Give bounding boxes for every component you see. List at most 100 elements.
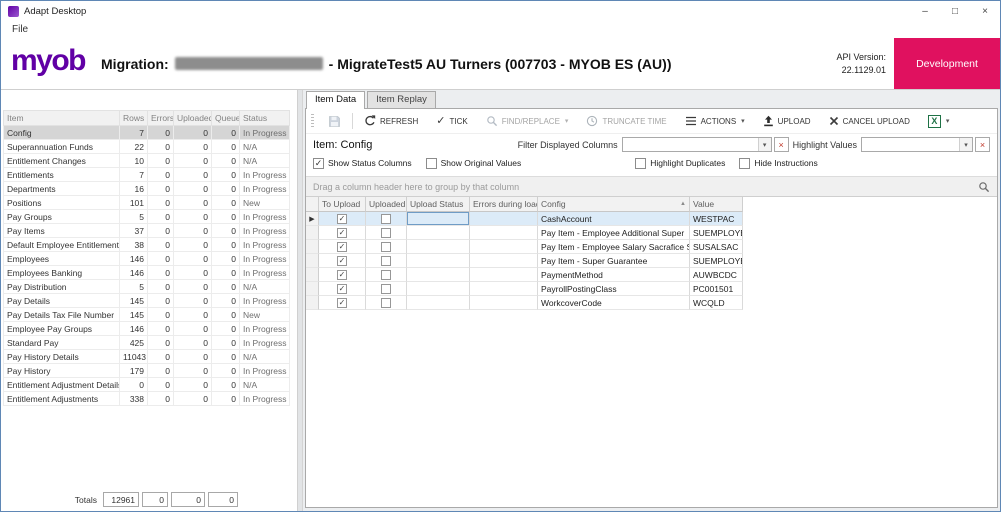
errors-during-load-cell[interactable] [470, 226, 538, 240]
item-row[interactable]: Standard Pay 425 0 0 0 In Progress [3, 335, 290, 350]
column-header-item[interactable]: Item [3, 110, 120, 126]
config-cell[interactable]: PayrollPostingClass [538, 282, 690, 296]
checkbox-hide-instructions[interactable]: Hide Instructions [739, 157, 818, 169]
item-row[interactable]: Pay Groups 5 0 0 0 In Progress [3, 209, 290, 224]
item-row[interactable]: Employees 146 0 0 0 In Progress [3, 251, 290, 266]
filter-columns-clear-button[interactable]: × [773, 137, 789, 152]
config-cell[interactable]: WorkcoverCode [538, 296, 690, 310]
errors-during-load-cell[interactable] [470, 296, 538, 310]
group-by-panel[interactable]: Drag a column header here to group by th… [306, 176, 997, 197]
grid-row[interactable]: ✓ Pay Item - Employee Salary Sacrafice Su… [306, 240, 997, 254]
value-cell[interactable]: SUEMPLOYER [690, 254, 743, 268]
grid-row[interactable]: ✓ WorkcoverCode WCQLD [306, 296, 997, 310]
uploaded-cell[interactable] [366, 240, 407, 254]
item-row[interactable]: Positions 101 0 0 0 New [3, 195, 290, 210]
to-upload-cell[interactable]: ✓ [319, 282, 366, 296]
item-row[interactable]: Entitlement Adjustments 338 0 0 0 In Progress [3, 391, 290, 406]
config-cell[interactable]: Pay Item - Employee Salary Sacrafice Sup… [538, 240, 690, 254]
uploaded-cell[interactable] [366, 268, 407, 282]
tab-item-replay[interactable]: Item Replay [367, 91, 436, 108]
export-excel-button[interactable]: X ▾ [919, 112, 959, 131]
value-cell[interactable]: SUEMPLOYEE [690, 226, 743, 240]
grid-row[interactable]: ✓ Pay Item - Employee Additional Super SUE… [306, 226, 997, 240]
upload-status-cell[interactable] [407, 268, 470, 282]
to-upload-cell[interactable]: ✓ [319, 240, 366, 254]
search-icon[interactable] [978, 181, 990, 193]
errors-during-load-cell[interactable] [470, 254, 538, 268]
grid-row[interactable]: ✓ Pay Item - Super GuaranteeSUEMPLOYER [306, 254, 997, 268]
actions-button[interactable]: ACTIONS ▾ [676, 113, 754, 129]
close-button[interactable]: × [970, 1, 1000, 21]
to-upload-cell[interactable]: ✓ [319, 268, 366, 282]
item-row[interactable]: Entitlement Changes 10 0 0 0 N/A [3, 153, 290, 168]
minimize-button[interactable]: – [910, 1, 940, 21]
errors-during-load-cell[interactable] [470, 282, 538, 296]
tab-item-data[interactable]: Item Data [306, 91, 366, 109]
item-row[interactable]: Superannuation Funds 22 0 0 0 N/A [3, 139, 290, 154]
item-row[interactable]: Employee Pay Groups 146 0 0 0 In Progress [3, 321, 290, 336]
column-header-queued[interactable]: Queued [211, 110, 240, 126]
uploaded-cell[interactable] [366, 212, 407, 226]
column-header-upload-status[interactable]: Upload Status [407, 197, 470, 212]
errors-during-load-cell[interactable] [470, 212, 538, 226]
value-cell[interactable]: WCQLD [690, 296, 743, 310]
titlebar[interactable]: Adapt Desktop – □ × [1, 1, 1000, 21]
item-row[interactable]: Employees Banking 146 0 0 0 In Progress [3, 265, 290, 280]
column-header-errors[interactable]: Errors [147, 110, 174, 126]
upload-status-cell[interactable] [407, 212, 470, 226]
chevron-down-icon[interactable]: ▾ [757, 138, 771, 151]
grid-row[interactable]: ▶ ✓ CashAccount WESTPAC [306, 212, 997, 226]
item-row[interactable]: Default Employee Entitlements 38 0 0 0 In Pro… [3, 237, 290, 252]
to-upload-cell[interactable]: ✓ [319, 296, 366, 310]
column-header-rows[interactable]: Rows [119, 110, 148, 126]
environment-badge[interactable]: Development [894, 38, 1000, 89]
tick-button[interactable]: ✓ TICK [427, 113, 476, 130]
to-upload-cell[interactable]: ✓ [319, 226, 366, 240]
errors-during-load-cell[interactable] [470, 240, 538, 254]
config-cell[interactable]: Pay Item - Employee Additional Super [538, 226, 690, 240]
item-row[interactable]: Pay Distribution 5 0 0 0 N/A [3, 279, 290, 294]
filter-columns-input[interactable] [622, 138, 758, 151]
item-row[interactable]: Entitlements 7 0 0 0 In Progress [3, 167, 290, 182]
value-cell[interactable]: PC001501 [690, 282, 743, 296]
cancel-upload-button[interactable]: CANCEL UPLOAD [820, 113, 919, 129]
highlight-values-clear-button[interactable]: × [975, 137, 990, 152]
column-header-errors-during-load[interactable]: Errors during load [470, 197, 538, 212]
item-row[interactable]: Pay Details Tax File Number 145 0 0 0 New [3, 307, 290, 322]
item-row[interactable]: Pay Items 37 0 0 0 In Progress [3, 223, 290, 238]
value-cell[interactable]: SUSALSAC [690, 240, 743, 254]
upload-status-cell[interactable] [407, 296, 470, 310]
checkbox-show-status-columns[interactable]: ✓ Show Status Columns [313, 157, 412, 169]
item-row[interactable]: Departments 16 0 0 0 In Progress [3, 181, 290, 196]
item-row[interactable]: Entitlement Adjustment Details 0 0 0 0 N/A [3, 377, 290, 392]
upload-status-cell[interactable] [407, 226, 470, 240]
value-cell[interactable]: AUWBCDC [690, 268, 743, 282]
upload-status-cell[interactable] [407, 240, 470, 254]
item-row[interactable]: Pay Details 145 0 0 0 In Progress [3, 293, 290, 308]
uploaded-cell[interactable] [366, 254, 407, 268]
item-row[interactable]: Pay History Details 11043 0 0 0 N/A [3, 349, 290, 364]
column-header-uploaded[interactable]: Uploaded [173, 110, 212, 126]
upload-button[interactable]: UPLOAD [754, 112, 820, 130]
uploaded-cell[interactable] [366, 282, 407, 296]
maximize-button[interactable]: □ [940, 1, 970, 21]
menu-file[interactable]: File [8, 24, 32, 35]
chevron-down-icon[interactable]: ▾ [959, 138, 972, 151]
upload-status-cell[interactable] [407, 282, 470, 296]
uploaded-cell[interactable] [366, 296, 407, 310]
highlight-values-combo[interactable]: ▾ [861, 137, 973, 152]
to-upload-cell[interactable]: ✓ [319, 212, 366, 226]
column-header-status[interactable]: Status [239, 110, 290, 126]
uploaded-cell[interactable] [366, 226, 407, 240]
checkbox-show-original-values[interactable]: Show Original Values [425, 157, 521, 169]
column-header-value[interactable]: Value [690, 197, 743, 212]
column-header-to-upload[interactable]: To Upload [319, 197, 366, 212]
config-cell[interactable]: CashAccount [538, 212, 690, 226]
config-cell[interactable]: Pay Item - Super Guarantee [538, 254, 690, 268]
filter-columns-combo[interactable]: ▾ [621, 137, 772, 152]
item-row[interactable]: Config 7 0 0 0 In Progress [3, 125, 290, 140]
errors-during-load-cell[interactable] [470, 268, 538, 282]
column-header-config[interactable]: Config ▲ [538, 197, 690, 212]
grid-row[interactable]: ✓ PaymentMethod AUWBCDC [306, 268, 997, 282]
value-cell[interactable]: WESTPAC [690, 212, 743, 226]
